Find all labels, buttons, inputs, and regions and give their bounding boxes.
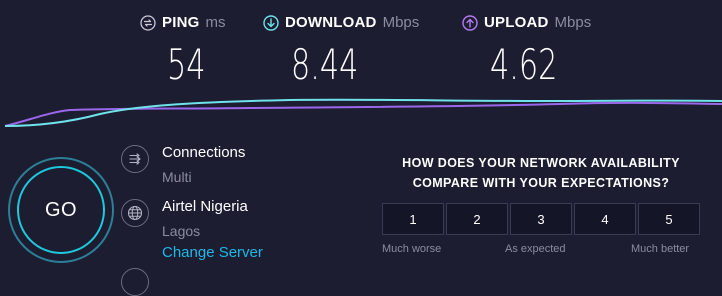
upload-value: 4.62	[490, 40, 558, 89]
go-label: GO	[44, 198, 78, 221]
download-arrow-icon	[263, 14, 279, 31]
rating-option-2[interactable]: 2	[446, 203, 508, 235]
ping-icon	[140, 14, 156, 31]
download-unit: Mbps	[382, 14, 420, 31]
server-provider: Airtel Nigeria	[162, 198, 248, 215]
survey-question: HOW DOES YOUR NETWORK AVAILABILITY COMPA…	[402, 156, 680, 190]
ping-unit: ms	[205, 14, 226, 31]
upload-unit: Mbps	[554, 14, 592, 31]
download-header: DOWNLOAD Mbps	[263, 14, 419, 31]
ping-label: PING	[162, 14, 200, 31]
rating-option-3[interactable]: 3	[510, 203, 572, 235]
speed-graph	[4, 98, 722, 127]
scale-high-label: Much better	[631, 243, 690, 255]
ping-value: 54	[167, 40, 206, 89]
download-label: DOWNLOAD	[285, 14, 377, 31]
upload-graph-line	[4, 101, 722, 127]
change-server-link[interactable]: Change Server	[162, 244, 263, 261]
globe-icon	[121, 199, 149, 227]
server-location: Lagos	[162, 223, 201, 239]
upload-label: UPLOAD	[484, 14, 549, 31]
rating-option-1[interactable]: 1	[382, 203, 444, 235]
connections-mode[interactable]: Multi	[162, 169, 192, 185]
connections-label: Connections	[162, 144, 246, 161]
download-value: 8.44	[291, 40, 359, 89]
scale-low-label: Much worse	[382, 243, 442, 255]
upload-header: UPLOAD Mbps	[462, 14, 591, 31]
ping-header: PING ms	[140, 14, 225, 31]
upload-arrow-icon	[462, 14, 478, 31]
connections-icon	[121, 145, 149, 173]
user-icon	[121, 268, 149, 296]
rating-option-5[interactable]: 5	[638, 203, 700, 235]
scale-mid-label: As expected	[505, 243, 566, 255]
rating-scale: 1 2 3 4 5	[382, 203, 700, 235]
rating-option-4[interactable]: 4	[574, 203, 636, 235]
go-button[interactable]: GO	[17, 166, 105, 254]
